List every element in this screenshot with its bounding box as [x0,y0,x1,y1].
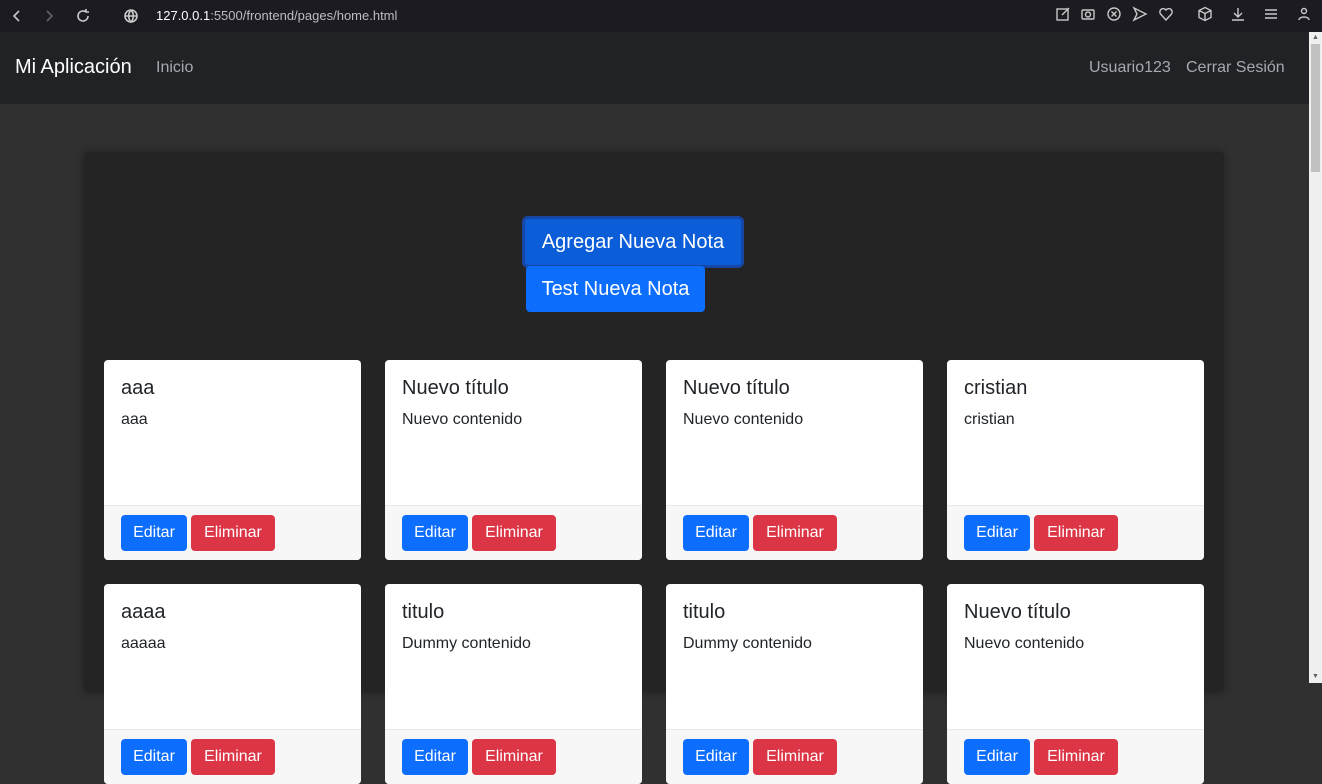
note-content: aaa [121,411,148,428]
app-navbar: Mi Aplicación Inicio Usuario123 Cerrar S… [0,32,1309,104]
delete-button[interactable]: Eliminar [472,739,556,775]
card-footer: Editar Eliminar [385,729,642,784]
test-note-button[interactable]: Test Nueva Nota [526,266,705,312]
note-content: Nuevo contenido [683,411,804,428]
note-title: cristian [964,377,1028,399]
edit-button[interactable]: Editar [121,739,187,775]
note-content: Dummy contenido [402,635,531,652]
note-content: Nuevo contenido [402,411,523,428]
delete-button[interactable]: Eliminar [753,739,837,775]
logout-link[interactable]: Cerrar Sesión [1186,59,1285,77]
delete-button[interactable]: Eliminar [1034,739,1118,775]
address-bar[interactable]: 127.0.0.1:5500/frontend/pages/home.html [156,8,397,23]
note-content: Nuevo contenido [964,635,1085,652]
delete-button[interactable]: Eliminar [753,515,837,551]
note-title: titulo [402,601,445,623]
delete-button[interactable]: Eliminar [191,739,275,775]
camera-icon[interactable] [1080,6,1098,24]
scroll-up-icon[interactable]: ▲ [1311,33,1320,42]
delete-button[interactable]: Eliminar [1034,515,1118,551]
card-footer: Editar Eliminar [385,505,642,560]
note-content: aaaaa [121,635,166,652]
page-scrollbar[interactable]: ▲ ▼ [1309,32,1322,683]
edit-button[interactable]: Editar [402,739,468,775]
shield-icon[interactable] [1106,6,1124,24]
forward-icon[interactable] [38,5,60,27]
edit-button[interactable]: Editar [964,739,1030,775]
edit-button[interactable]: Editar [683,515,749,551]
note-card: aaa aaa Editar Eliminar [104,360,361,560]
edit-button[interactable]: Editar [121,515,187,551]
scroll-down-icon[interactable]: ▼ [1311,672,1320,681]
delete-button[interactable]: Eliminar [472,515,556,551]
heart-icon[interactable] [1158,6,1176,24]
edit-button[interactable]: Editar [402,515,468,551]
browser-toolbar: 127.0.0.1:5500/frontend/pages/home.html [0,0,1322,32]
note-card: Nuevo título Nuevo contenido Editar Elimina… [385,360,642,560]
send-icon[interactable] [1132,6,1150,24]
note-card: cristian cristian Editar Eliminar [947,360,1204,560]
download-icon[interactable] [1230,6,1248,24]
url-path: :5500/frontend/pages/home.html [210,8,398,23]
note-card: aaaa aaaaa Editar Eliminar [104,584,361,784]
note-title: aaaa [121,601,166,623]
edit-button[interactable]: Editar [683,739,749,775]
cube-icon[interactable] [1197,6,1215,24]
settings-sliders-icon[interactable] [1263,6,1281,24]
note-card: titulo Dummy contenido Editar Eliminar [385,584,642,784]
reload-icon[interactable] [72,5,94,27]
notes-container: Agregar Nueva Nota Test Nueva Nota aaa aa… [84,152,1224,784]
card-footer: Editar Eliminar [947,729,1204,784]
note-title: titulo [683,601,726,623]
note-card: titulo Dummy contenido Editar Eliminar [666,584,923,784]
edit-page-icon[interactable] [1055,6,1073,24]
note-content: Dummy contenido [683,635,812,652]
note-title: Nuevo título [683,377,790,399]
note-card: Nuevo título Nuevo contenido Editar Elimina… [666,360,923,560]
note-title: Nuevo título [402,377,509,399]
card-footer: Editar Eliminar [666,729,923,784]
note-content: cristian [964,411,1015,428]
nav-user-name[interactable]: Usuario123 [1089,59,1171,77]
note-title: Nuevo título [964,601,1071,623]
delete-button[interactable]: Eliminar [191,515,275,551]
card-footer: Editar Eliminar [666,505,923,560]
add-note-button[interactable]: Agregar Nueva Nota [522,216,744,268]
scroll-thumb[interactable] [1311,44,1320,172]
nav-link-inicio[interactable]: Inicio [156,59,193,77]
url-host: 127.0.0.1 [156,8,211,23]
brand-title[interactable]: Mi Aplicación [15,56,132,79]
back-icon[interactable] [6,5,28,27]
profile-icon[interactable] [1296,6,1314,24]
site-info-icon[interactable] [120,5,142,27]
card-footer: Editar Eliminar [104,729,361,784]
note-card: Nuevo título Nuevo contenido Editar Elimina… [947,584,1204,784]
card-footer: Editar Eliminar [947,505,1204,560]
note-title: aaa [121,377,155,399]
edit-button[interactable]: Editar [964,515,1030,551]
card-footer: Editar Eliminar [104,505,361,560]
